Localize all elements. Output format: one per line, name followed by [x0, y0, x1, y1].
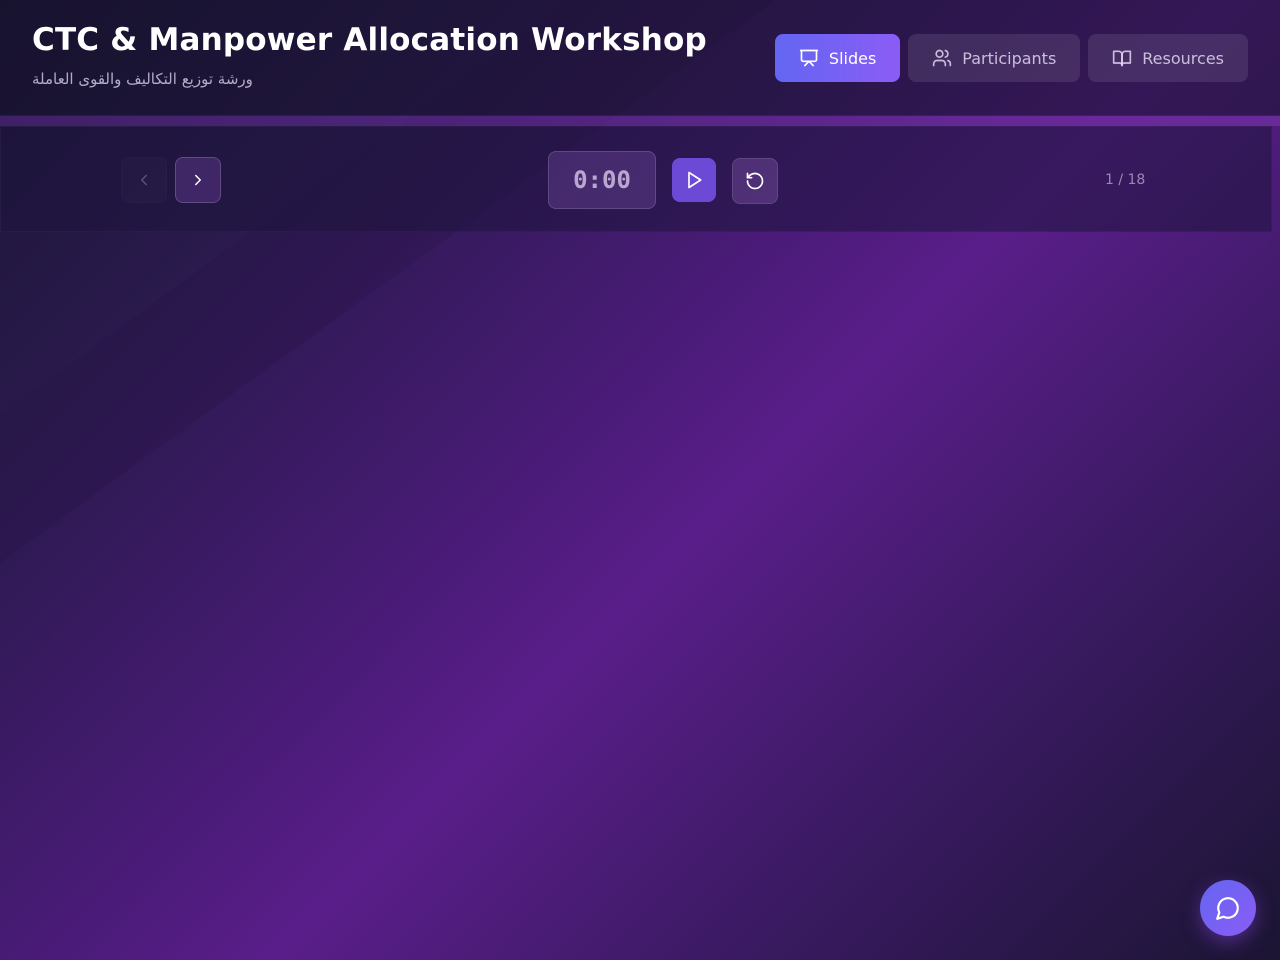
- rotate-ccw-icon: [746, 172, 764, 190]
- previous-slide-button[interactable]: [121, 157, 167, 203]
- page-subtitle: ورشة توزيع التكاليف والقوى العاملة: [32, 70, 253, 88]
- tab-participants[interactable]: Participants: [908, 34, 1081, 82]
- presentation-icon: [799, 49, 819, 67]
- message-circle-icon: [1216, 897, 1239, 920]
- timer-display: 0:00: [548, 151, 656, 209]
- tab-participants-label: Participants: [962, 48, 1057, 68]
- page-title: CTC & Manpower Allocation Workshop: [32, 22, 707, 58]
- chevron-left-icon: [141, 174, 147, 186]
- tab-slides-label: Slides: [828, 48, 877, 68]
- tab-slides[interactable]: Slides: [774, 34, 901, 82]
- header-divider-stripe: [0, 116, 1280, 126]
- slide-controls-bar: 0:00 1 / 18: [0, 126, 1272, 232]
- next-slide-button[interactable]: [175, 157, 221, 203]
- book-open-icon: [1113, 50, 1132, 67]
- slide-counter: 1 / 18: [1105, 172, 1146, 188]
- chat-button[interactable]: [1200, 880, 1256, 936]
- play-icon: [688, 171, 702, 189]
- chevron-right-icon: [195, 174, 201, 186]
- tab-resources-label: Resources: [1142, 48, 1224, 68]
- main-nav: Slides Participants Resources: [774, 34, 1248, 82]
- tab-resources[interactable]: Resources: [1088, 34, 1248, 82]
- app-header: CTC & Manpower Allocation Workshop ورشة …: [0, 0, 1280, 116]
- reset-timer-button[interactable]: [732, 158, 778, 204]
- play-timer-button[interactable]: [672, 158, 716, 202]
- users-icon: [933, 49, 952, 67]
